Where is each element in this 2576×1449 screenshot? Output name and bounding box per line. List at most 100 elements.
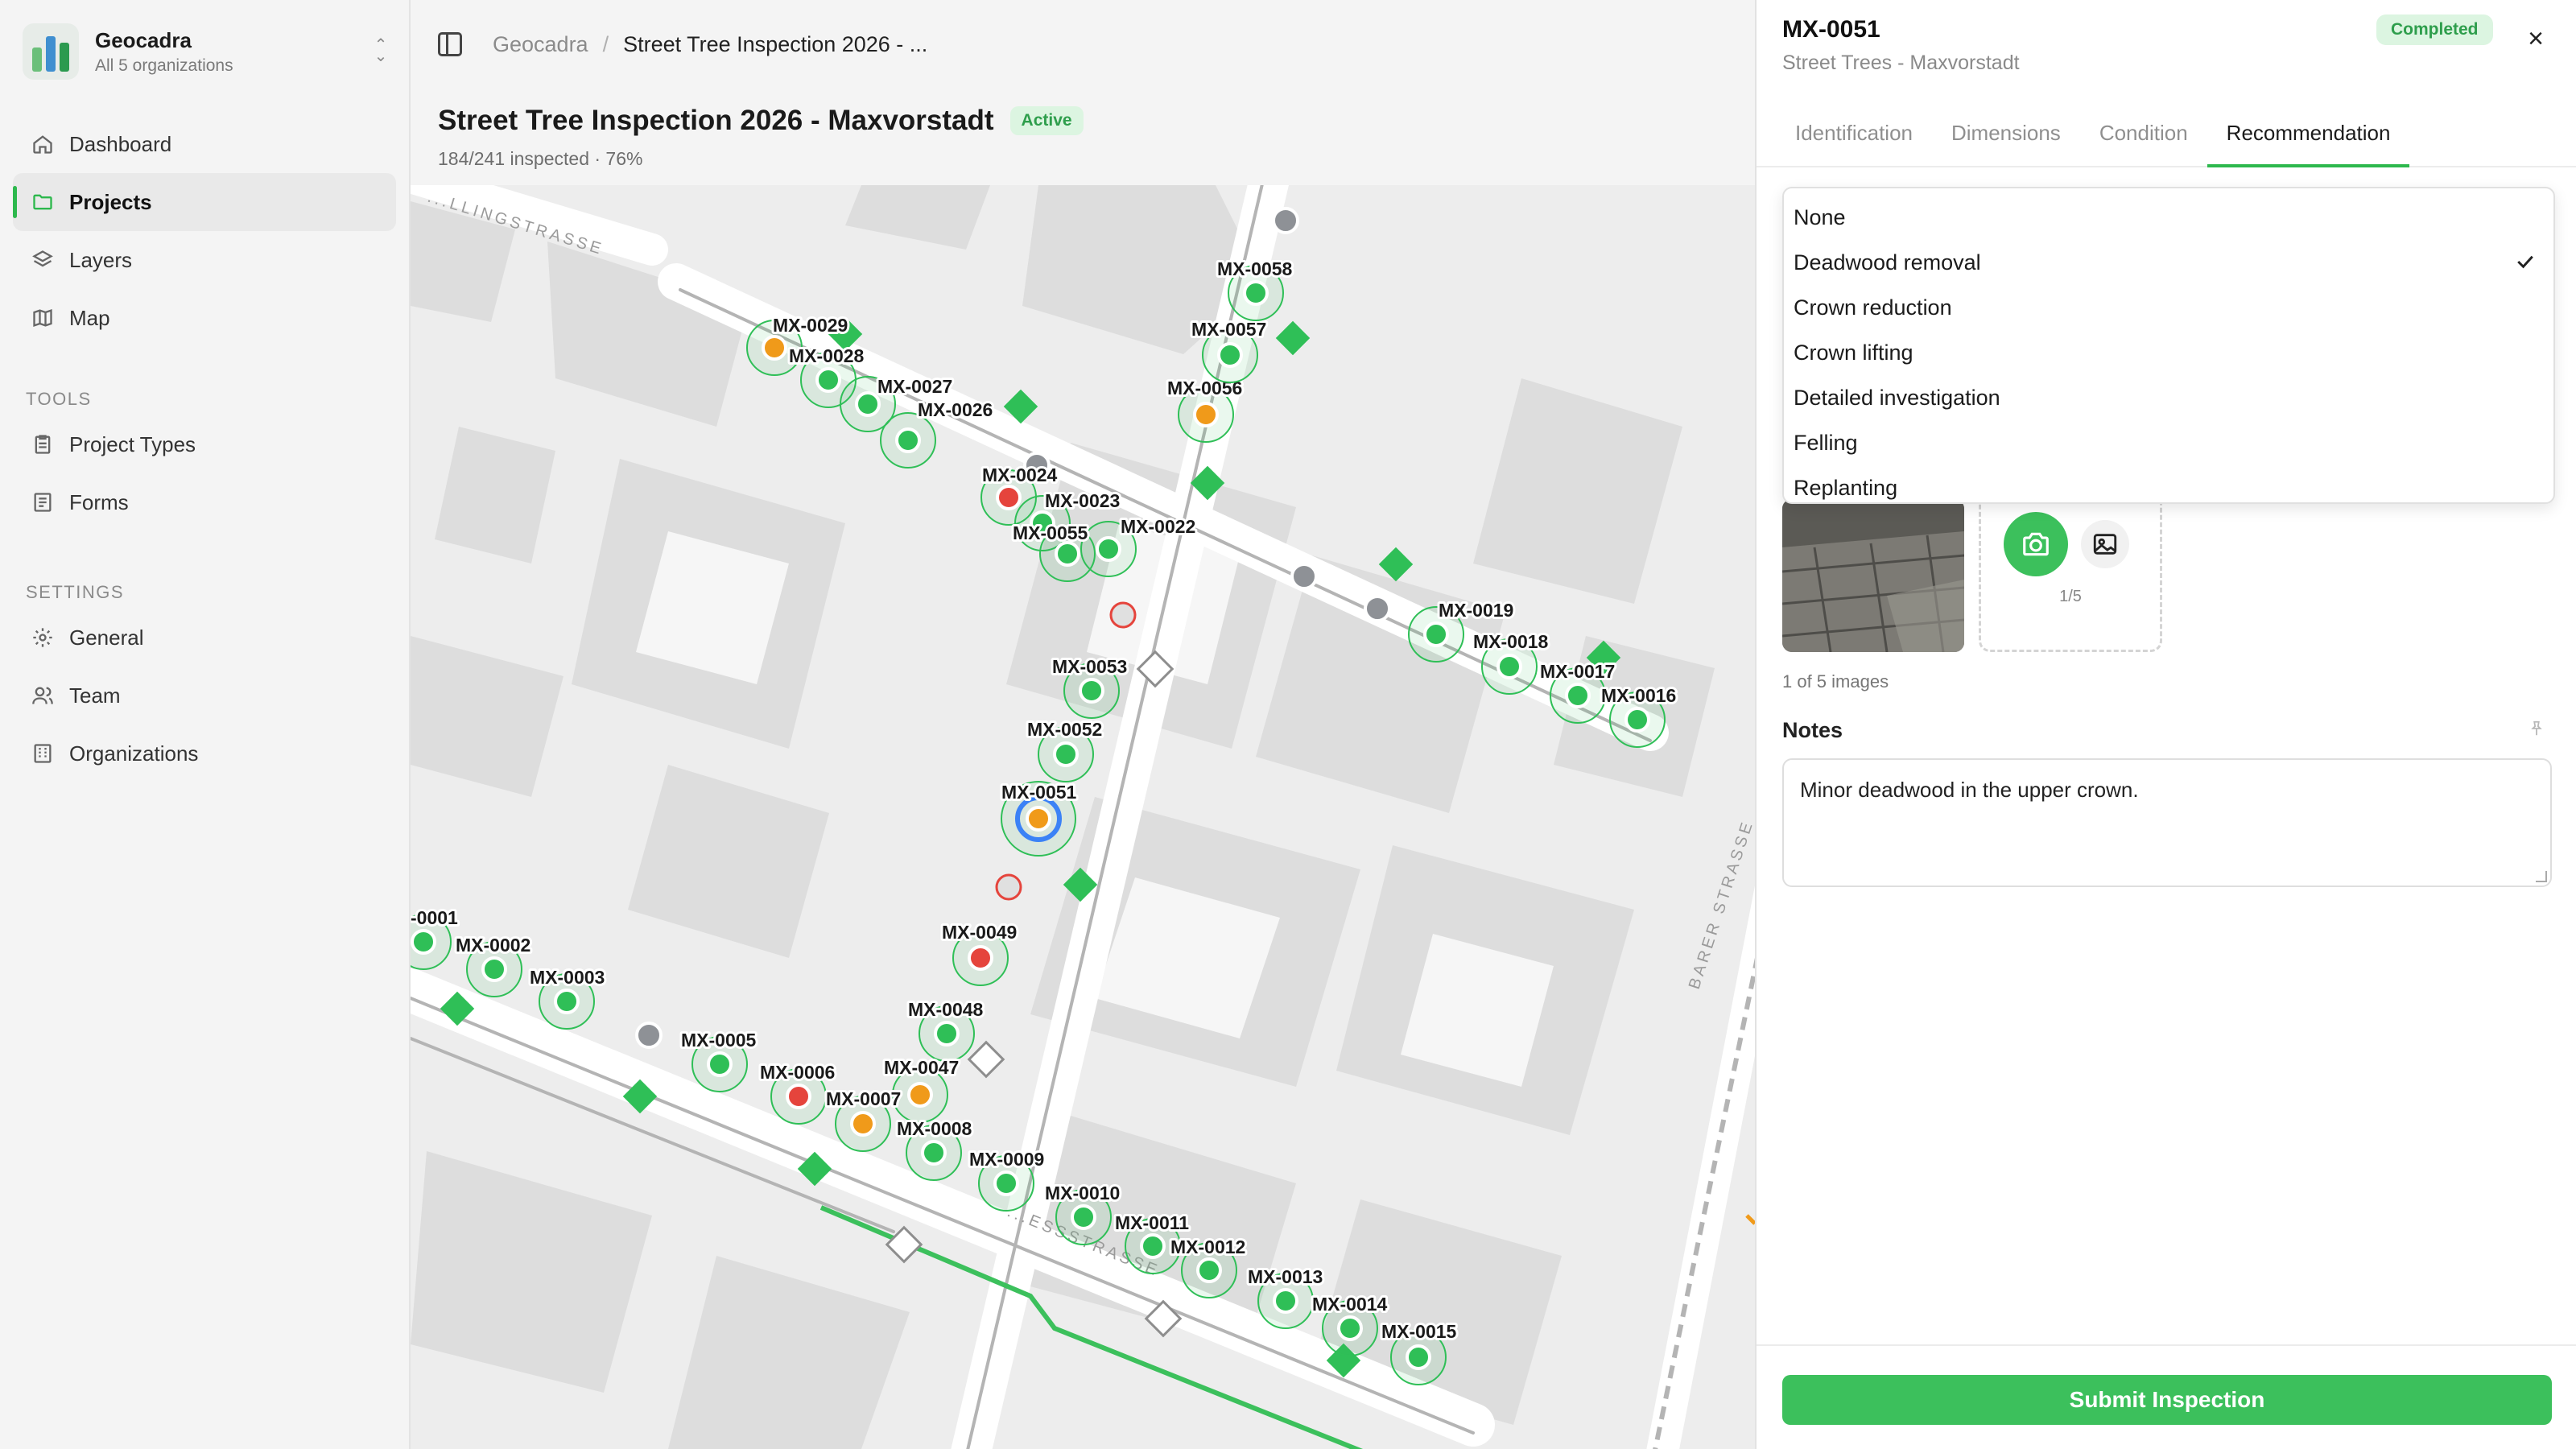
sidebar-item-label: Forms — [69, 489, 129, 514]
sidebar-item-projects[interactable]: Projects — [13, 173, 396, 231]
tree-marker-label: MX-0012 — [1170, 1236, 1245, 1257]
tree-marker-dot — [762, 335, 787, 361]
tree-marker-dot — [411, 929, 436, 955]
tree-marker[interactable]: MX-0002 — [453, 932, 533, 997]
inactive-tree-marker — [1272, 207, 1299, 234]
sidebar-item-label: Map — [69, 305, 110, 330]
tree-marker[interactable]: MX-0056 — [1165, 375, 1245, 443]
option-detailed-investigation[interactable]: Detailed investigation — [1784, 375, 2553, 420]
tree-marker[interactable]: -0001 — [411, 905, 460, 970]
tab-condition[interactable]: Condition — [2080, 113, 2207, 167]
tree-marker-dot — [1026, 806, 1051, 832]
tab-dimensions[interactable]: Dimensions — [1932, 113, 2080, 167]
tools-heading: TOOLS — [26, 389, 92, 409]
sidebar-item-general[interactable]: General — [13, 609, 396, 667]
flagged-tree-marker — [1109, 601, 1137, 629]
tree-marker-dot — [1193, 402, 1219, 427]
tree-marker[interactable]: MX-0048 — [906, 997, 986, 1062]
option-felling[interactable]: Felling — [1784, 420, 2553, 465]
tree-marker[interactable]: MX-0003 — [527, 964, 607, 1030]
sidebar-item-team[interactable]: Team — [13, 667, 396, 724]
tree-marker-label: MX-0024 — [982, 464, 1058, 485]
tree-marker-dot — [1053, 741, 1079, 767]
tree-marker-label: -0001 — [411, 907, 458, 928]
tree-marker[interactable]: MX-0055 — [1010, 520, 1096, 582]
form-icon — [29, 489, 56, 516]
sidebar-item-project-types[interactable]: Project Types — [13, 415, 396, 473]
tree-marker-label: MX-0048 — [908, 999, 984, 1020]
tree-marker-label: MX-0010 — [1045, 1183, 1120, 1203]
tree-photo-thumbnail[interactable] — [1782, 499, 1964, 652]
tree-marker-dot — [1140, 1233, 1166, 1259]
tree-marker-dot — [707, 1051, 733, 1077]
tree-marker-dot — [1406, 1344, 1431, 1370]
top-bar: Geocadra / Street Tree Inspection 2026 -… — [411, 0, 1755, 89]
recommendation-dropdown[interactable]: None Deadwood removal Crown reduction Cr… — [1782, 187, 2555, 504]
image-count: 1 of 5 images — [1782, 671, 1889, 691]
option-none[interactable]: None — [1784, 195, 2553, 240]
option-crown-lifting[interactable]: Crown lifting — [1784, 330, 2553, 375]
tree-marker-label: MX-0003 — [530, 967, 605, 988]
tree-marker-label: MX-0052 — [1027, 719, 1102, 740]
option-label: Deadwood removal — [1794, 250, 1981, 275]
map-svg[interactable]: ...LLINGSTRASSE BARER STRASSE ...ESSSTRA… — [411, 185, 1755, 1449]
notes-textarea[interactable]: Minor deadwood in the upper crown. — [1782, 758, 2552, 887]
option-crown-reduction[interactable]: Crown reduction — [1784, 285, 2553, 330]
camera-icon[interactable] — [2004, 512, 2068, 576]
planting-site-marker — [1378, 547, 1414, 582]
sidebar-item-map[interactable]: Map — [13, 289, 396, 347]
tree-marker-label: MX-0009 — [969, 1149, 1044, 1170]
sidebar-item-forms[interactable]: Forms — [13, 473, 396, 531]
tab-identification[interactable]: Identification — [1776, 113, 1932, 167]
tree-marker-label: MX-0047 — [884, 1057, 959, 1078]
tree-marker-dot — [786, 1084, 811, 1109]
pin-icon[interactable] — [2528, 720, 2545, 743]
tree-marker-dot — [1196, 1257, 1222, 1283]
tree-marker[interactable]: MX-0057 — [1189, 316, 1269, 383]
tree-marker-dot — [1243, 280, 1269, 306]
gear-icon — [29, 624, 56, 651]
page-title: Street Tree Inspection 2026 - Maxvorstad… — [438, 105, 994, 136]
users-icon — [29, 682, 56, 709]
submit-inspection-button[interactable]: Submit Inspection — [1782, 1375, 2552, 1425]
progress-text: 184/241 inspected · 76% — [438, 148, 643, 169]
close-icon[interactable]: × — [2521, 24, 2550, 53]
status-badge: Active — [1009, 106, 1084, 135]
check-icon — [2517, 255, 2533, 269]
breadcrumb-separator: / — [602, 31, 609, 56]
tree-marker-label: MX-0011 — [1115, 1212, 1189, 1233]
tree-marker[interactable]: MX-0051 — [999, 779, 1080, 857]
inspection-panel: MX-0051 Street Trees - Maxvorstadt Compl… — [1755, 0, 2576, 1449]
option-deadwood-removal[interactable]: Deadwood removal — [1784, 240, 2553, 285]
sidebar-item-layers[interactable]: Layers — [13, 231, 396, 289]
sidebar: Geocadra All 5 organizations ⌃ ⌄ Dashboar… — [0, 0, 411, 1449]
sidebar-item-organizations[interactable]: Organizations — [13, 724, 396, 782]
breadcrumb-root[interactable]: Geocadra — [493, 32, 588, 57]
tree-marker-dot — [968, 945, 993, 971]
tree-marker-label: MX-0051 — [1001, 782, 1077, 803]
home-icon — [29, 130, 56, 158]
sidebar-item-label: Project Types — [69, 431, 196, 456]
panel-tabs: Identification Dimensions Condition Reco… — [1757, 113, 2576, 167]
map-canvas[interactable]: ...LLINGSTRASSE BARER STRASSE ...ESSSTRA… — [411, 185, 1755, 1449]
settings-nav: SETTINGS General Team Organizations — [13, 576, 396, 782]
sidebar-toggle-icon[interactable] — [438, 32, 462, 56]
tree-marker[interactable]: MX-0052 — [1025, 716, 1104, 782]
org-switcher[interactable]: Geocadra All 5 organizations ⌃ ⌄ — [23, 21, 393, 82]
tree-marker-dot — [481, 956, 507, 982]
tree-marker-label: MX-0017 — [1540, 661, 1615, 682]
tree-marker-dot — [895, 427, 921, 453]
sidebar-item-dashboard[interactable]: Dashboard — [13, 115, 396, 173]
tree-marker-label: MX-0018 — [1473, 631, 1549, 652]
photo-counter: 1/5 — [2059, 588, 2082, 605]
vacant-site-marker — [967, 1040, 1005, 1079]
tree-marker[interactable]: MX-0049 — [939, 919, 1019, 986]
tree-marker-dot — [1496, 654, 1522, 679]
option-replanting[interactable]: Replanting — [1784, 465, 2553, 510]
inactive-tree-marker — [1290, 563, 1318, 590]
tree-marker-dot — [1217, 342, 1243, 368]
tab-recommendation[interactable]: Recommendation — [2207, 113, 2410, 167]
sidebar-item-label: Dashboard — [69, 131, 172, 156]
gallery-icon[interactable] — [2081, 520, 2129, 568]
tree-marker-label: MX-0008 — [897, 1118, 972, 1139]
